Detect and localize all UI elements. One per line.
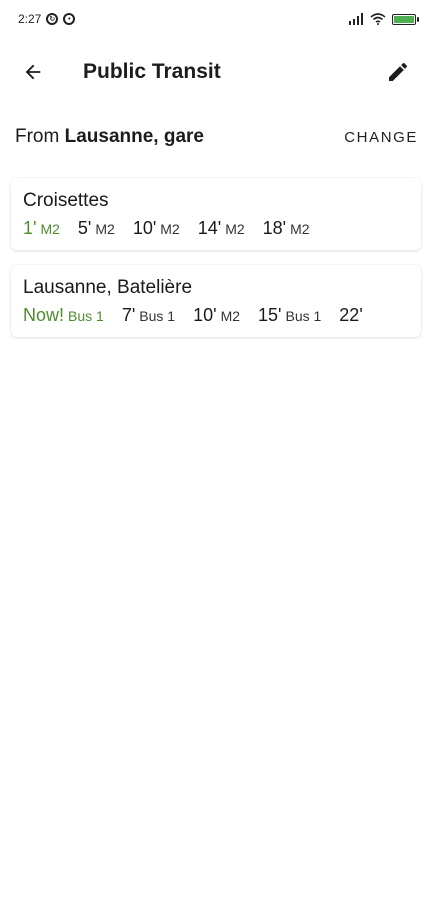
battery-icon (392, 13, 419, 25)
departures-list: 1' M2 5' M2 10' M2 14' M2 18' M2 (23, 218, 409, 239)
departure-time: 18' (262, 218, 287, 238)
origin-station: Lausanne, gare (64, 126, 204, 147)
departure-item: 14' M2 (198, 218, 245, 239)
departure-item: Now! Bus 1 (23, 305, 104, 326)
departure-item: 15' Bus 1 (258, 305, 321, 326)
departure-line: M2 (95, 221, 115, 237)
departure-time: 10' (132, 218, 157, 238)
departure-time: 7' (121, 305, 136, 325)
departure-time: 15' (258, 305, 282, 325)
departure-item: 18' M2 (263, 218, 310, 239)
notification-icon: • (63, 13, 76, 25)
stop-name: Lausanne, Batelière (23, 277, 193, 298)
departure-item: 5' M2 (78, 218, 115, 239)
departure-item: 7' Bus 1 (122, 305, 175, 326)
departure-time: Now! (23, 305, 65, 325)
departure-time: 5' (77, 218, 92, 238)
departure-line: Bus 1 (139, 308, 176, 324)
departure-line: M2 (220, 308, 241, 324)
page-title: Public Transit (83, 60, 221, 83)
origin-label: From Lausanne, gare (15, 126, 204, 148)
departure-item: 22' (339, 305, 366, 326)
change-button[interactable]: CHANGE (344, 129, 418, 146)
departure-item: 10' M2 (133, 218, 180, 239)
sync-icon: ↻ (46, 13, 59, 25)
status-left: 2:27 ↻ • (18, 12, 76, 26)
departure-line: M2 (160, 221, 180, 237)
departures-list: Now! Bus 1 7' Bus 1 10' M2 15' Bus 1 22' (23, 305, 409, 326)
departure-time: 10' (193, 305, 217, 325)
departure-line: M2 (225, 221, 245, 237)
app-bar: Public Transit (0, 44, 432, 100)
departure-line: Bus 1 (68, 308, 104, 324)
arrow-back-icon (25, 64, 41, 80)
departure-line: Bus 1 (285, 308, 322, 324)
origin-row: From Lausanne, gare CHANGE (0, 118, 432, 156)
departure-time: 14' (197, 218, 222, 238)
departure-line: M2 (40, 221, 60, 237)
back-button[interactable] (9, 48, 57, 96)
stop-card[interactable]: Lausanne, Batelière Now! Bus 1 7' Bus 1 … (11, 265, 421, 337)
pencil-icon (389, 62, 408, 81)
departure-item: 1' M2 (23, 218, 60, 239)
status-right (348, 13, 419, 25)
origin-prefix: From (15, 126, 60, 147)
departure-item: 10' M2 (193, 305, 240, 326)
signal-icon (349, 13, 363, 25)
wifi-icon (370, 13, 386, 25)
departure-line: M2 (290, 221, 310, 237)
departure-time: 22' (339, 305, 363, 325)
edit-button[interactable] (374, 48, 422, 96)
status-time: 2:27 (18, 12, 42, 26)
stop-name: Croisettes (23, 190, 109, 211)
status-bar: 2:27 ↻ • (0, 0, 432, 38)
stop-card[interactable]: Croisettes 1' M2 5' M2 10' M2 14' M2 18'… (11, 178, 421, 250)
departure-time: 1' (23, 218, 37, 238)
